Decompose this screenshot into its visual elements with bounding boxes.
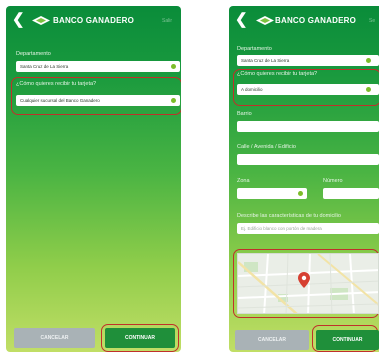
department-select[interactable]: Santa Cruz de La Sierra (16, 61, 180, 72)
exit-link[interactable]: Salir (162, 17, 172, 25)
number-input[interactable] (323, 188, 379, 199)
dropdown-icon (298, 191, 303, 196)
dropdown-icon (366, 58, 371, 63)
number-label: Número (323, 178, 343, 184)
app-header: ❮ BANCO GANADERO Salir (6, 6, 181, 36)
describe-label: Describe las características de tu domic… (237, 213, 341, 219)
describe-placeholder: Ej. Edificio blanco con portón de madera (241, 226, 322, 231)
dropdown-icon (171, 64, 176, 69)
street-label: Calle / Avenida / Edificio (237, 144, 296, 150)
dropdown-icon (366, 87, 371, 92)
exit-link[interactable]: Se (369, 17, 375, 25)
barrio-label: Barrio (237, 111, 252, 117)
delivery-select[interactable]: A domicilio (237, 84, 379, 95)
department-value: Santa Cruz de La Sierra (20, 64, 69, 69)
phone-screen-home-delivery: ❮ BANCO GANADERO Se Departamento Santa C… (229, 6, 379, 352)
barrio-input[interactable] (237, 121, 379, 132)
back-arrow-icon[interactable]: ❮ (12, 11, 28, 29)
continue-button[interactable]: CONTINUAR (316, 330, 379, 350)
delivery-label: ¿Cómo quieres recibir tu tarjeta? (16, 81, 97, 87)
dropdown-icon (171, 98, 176, 103)
bank-logo-icon (32, 16, 50, 25)
delivery-label: ¿Cómo quieres recibir tu tarjeta? (237, 71, 318, 77)
department-label: Departamento (237, 46, 272, 52)
zone-select[interactable] (237, 188, 307, 199)
phone-screen-branch-pickup: ❮ BANCO GANADERO Salir Departamento Sant… (6, 6, 181, 352)
brand-name: BANCO GANADERO (275, 16, 357, 25)
cancel-button[interactable]: CANCELAR (14, 328, 95, 348)
continue-button[interactable]: CONTINUAR (105, 328, 175, 348)
bank-logo-icon (256, 16, 274, 25)
app-header: ❮ BANCO GANADERO Se (229, 6, 379, 36)
department-select[interactable]: Santa Cruz de La Sierra (237, 55, 379, 66)
brand-name: BANCO GANADERO (53, 16, 135, 25)
back-arrow-icon[interactable]: ❮ (235, 11, 251, 29)
zone-label: Zona (237, 178, 250, 184)
comparison-stage: ❮ BANCO GANADERO Salir Departamento Sant… (0, 0, 379, 356)
location-map[interactable] (237, 253, 379, 314)
cancel-button[interactable]: CANCELAR (235, 330, 309, 350)
map-pin-icon (298, 272, 310, 288)
delivery-value: Cualquier sucursal del Banco Ganadero (20, 98, 100, 103)
delivery-select[interactable]: Cualquier sucursal del Banco Ganadero (16, 95, 180, 106)
department-value: Santa Cruz de La Sierra (241, 58, 290, 63)
describe-input[interactable]: Ej. Edificio blanco con portón de madera (237, 223, 379, 234)
department-label: Departamento (16, 51, 51, 57)
street-input[interactable] (237, 154, 379, 165)
delivery-value: A domicilio (241, 87, 263, 92)
